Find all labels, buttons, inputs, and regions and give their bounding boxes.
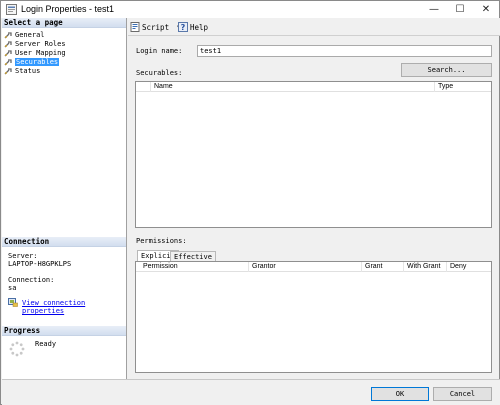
script-icon	[130, 22, 140, 32]
script-button[interactable]: Script ▼	[130, 21, 181, 33]
svg-text:?: ?	[181, 23, 186, 32]
column-header-grantor[interactable]: Grantor	[248, 262, 361, 272]
securables-grid-header: Name Type	[136, 82, 491, 92]
login-properties-icon	[6, 4, 17, 15]
wrench-icon	[4, 58, 12, 65]
cancel-button[interactable]: Cancel	[433, 387, 492, 401]
page-item-label: Securables	[15, 58, 60, 66]
close-button[interactable]: ✕	[473, 1, 499, 18]
select-page-header: Select a page	[2, 18, 126, 28]
securables-grid[interactable]: Name Type	[135, 81, 492, 228]
view-connection-properties-link[interactable]: View connection properties	[22, 299, 126, 315]
securables-label: Securables:	[136, 69, 183, 77]
page-item-general[interactable]: General	[4, 31, 45, 39]
wrench-icon	[4, 31, 12, 38]
minimize-icon: —	[429, 4, 439, 15]
progress-spinner-icon	[9, 341, 25, 357]
connection-properties-icon	[8, 298, 18, 307]
server-label: Server:	[8, 252, 38, 260]
page-item-label: General	[15, 31, 45, 39]
help-icon: ?	[178, 22, 188, 32]
maximize-icon: ☐	[455, 4, 465, 15]
login-name-label: Login name:	[136, 47, 183, 55]
column-header-deny[interactable]: Deny	[446, 262, 493, 272]
wrench-icon	[4, 49, 12, 56]
maximize-button[interactable]: ☐	[447, 1, 473, 18]
footer-bar: OK Cancel	[2, 379, 500, 405]
page-item-label: User Mapping	[15, 49, 66, 57]
window-title: Login Properties - test1	[21, 4, 115, 14]
toolbar: Script ▼ ? Help	[128, 18, 500, 36]
page-item-label: Server Roles	[15, 40, 66, 48]
column-header-name[interactable]: Name	[150, 82, 434, 92]
progress-status: Ready	[35, 340, 57, 348]
column-header-with-grant[interactable]: With Grant	[403, 262, 446, 272]
ok-button[interactable]: OK	[371, 387, 429, 401]
connection-label: Connection:	[8, 276, 55, 284]
minimize-button[interactable]: —	[421, 1, 447, 18]
page-item-label: Status	[15, 67, 41, 75]
page-item-securables[interactable]: Securables	[4, 58, 60, 66]
close-icon: ✕	[481, 4, 491, 15]
script-label: Script	[142, 22, 170, 32]
connection-value: sa	[8, 284, 17, 292]
title-bar: Login Properties - test1 — ☐ ✕	[1, 1, 499, 18]
login-properties-window: Login Properties - test1 — ☐ ✕ Select a …	[0, 0, 500, 405]
server-value: LAPTOP-H8GPKLPS	[8, 260, 72, 268]
page-item-status[interactable]: Status	[4, 67, 40, 75]
connection-header: Connection	[2, 237, 126, 247]
page-item-user-mapping[interactable]: User Mapping	[4, 49, 66, 57]
column-header-grant[interactable]: Grant	[361, 262, 403, 272]
page-item-server-roles[interactable]: Server Roles	[4, 40, 66, 48]
search-button[interactable]: Search...	[401, 63, 492, 77]
column-header-permission[interactable]: Permission	[140, 262, 250, 272]
login-name-field[interactable]: test1	[197, 45, 492, 57]
permissions-label: Permissions:	[136, 237, 187, 245]
help-label: Help	[190, 22, 209, 32]
permissions-grid-header: Permission Grantor Grant With Grant Deny	[136, 262, 491, 272]
permissions-grid[interactable]: Permission Grantor Grant With Grant Deny	[135, 261, 492, 373]
wrench-icon	[4, 40, 12, 47]
wrench-icon	[4, 67, 12, 74]
help-button[interactable]: ? Help	[178, 21, 208, 33]
progress-header: Progress	[2, 326, 126, 336]
column-header-type[interactable]: Type	[434, 82, 493, 92]
left-pane: Select a page General Server Roles User …	[2, 18, 127, 379]
